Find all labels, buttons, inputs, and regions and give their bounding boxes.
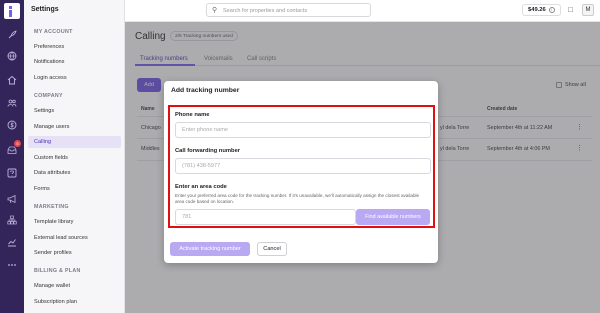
phone-name-label: Phone name [175,112,210,118]
cancel-button[interactable]: Cancel [257,242,287,256]
area-code-input[interactable] [175,209,356,225]
search-icon: ⚲ [212,7,218,14]
area-code-label: Enter an area code [175,184,227,190]
search-input[interactable]: ⚲ Search for properties and contacts [206,3,371,17]
forwarding-number-input[interactable] [175,158,431,174]
add-tracking-number-dialog: Add tracking number Phone name Call forw… [164,81,438,263]
dialog-title: Add tracking number [171,87,240,94]
help-icon[interactable] [6,167,18,179]
sidebar-section-heading: BILLING & PLAN [34,268,81,274]
org-chart-icon[interactable] [6,214,18,226]
avatar[interactable]: M [582,4,594,16]
balance-amount: $49.26 [528,6,546,13]
activate-tracking-number-button[interactable]: Activate tracking number [170,242,250,256]
sidebar-item-notifications[interactable]: Notifications [28,56,121,68]
sidebar-section-heading: COMPANY [34,93,63,99]
settings-sidebar: Settings MY ACCOUNT Preferences Notifica… [24,0,125,313]
sidebar-item-settings[interactable]: Settings [28,105,121,117]
sidebar-item-manage-wallet[interactable]: Manage wallet [28,280,121,292]
sidebar-item-login-access[interactable]: Login access [28,72,121,84]
sidebar-item-manage-users[interactable]: Manage users [28,121,121,133]
wallet-balance[interactable]: $49.26 i [522,4,561,16]
inbox-count-badge: 5 [14,140,21,147]
sidebar-section-heading: MARKETING [34,204,69,210]
info-icon: i [548,7,555,13]
forwarding-number-label: Call forwarding number [175,148,241,154]
sidebar-item-custom-fields[interactable]: Custom fields [28,152,121,164]
home-icon[interactable] [6,74,18,86]
highlight-box: Phone name Call forwarding number Enter … [168,105,435,228]
chat-icon[interactable]: □ [565,4,576,15]
more-icon[interactable] [6,259,18,271]
search-placeholder: Search for properties and contacts [223,7,308,14]
icon-rail: 5 [0,0,24,313]
analytics-icon[interactable] [6,236,18,248]
top-bar: ⚲ Search for properties and contacts $49… [125,0,600,22]
sidebar-section-heading: MY ACCOUNT [34,29,73,35]
sidebar-item-sender-profiles[interactable]: Sender profiles [28,247,121,259]
sidebar-item-calling[interactable]: Calling [28,136,121,148]
sidebar-item-external-lead-sources[interactable]: External lead sources [28,232,121,244]
sidebar-item-preferences[interactable]: Preferences [28,41,121,53]
sidebar-title: Settings [31,6,59,13]
sidebar-item-subscription-plan[interactable]: Subscription plan [28,296,121,308]
dollar-icon[interactable] [6,119,18,131]
people-icon[interactable] [6,97,18,109]
globe-icon[interactable] [6,50,18,62]
sidebar-item-forms[interactable]: Forms [28,183,121,195]
sidebar-item-data-attributes[interactable]: Data attributes [28,167,121,179]
brand-logo-icon[interactable] [4,3,20,19]
phone-name-input[interactable] [175,122,431,138]
find-available-numbers-button[interactable]: Find available numbers [356,209,430,225]
area-code-hint: Enter your preferred area code for the t… [175,193,420,205]
sidebar-item-template-library[interactable]: Template library [28,216,121,228]
megaphone-icon[interactable] [6,193,18,205]
rocket-icon[interactable] [6,29,18,41]
